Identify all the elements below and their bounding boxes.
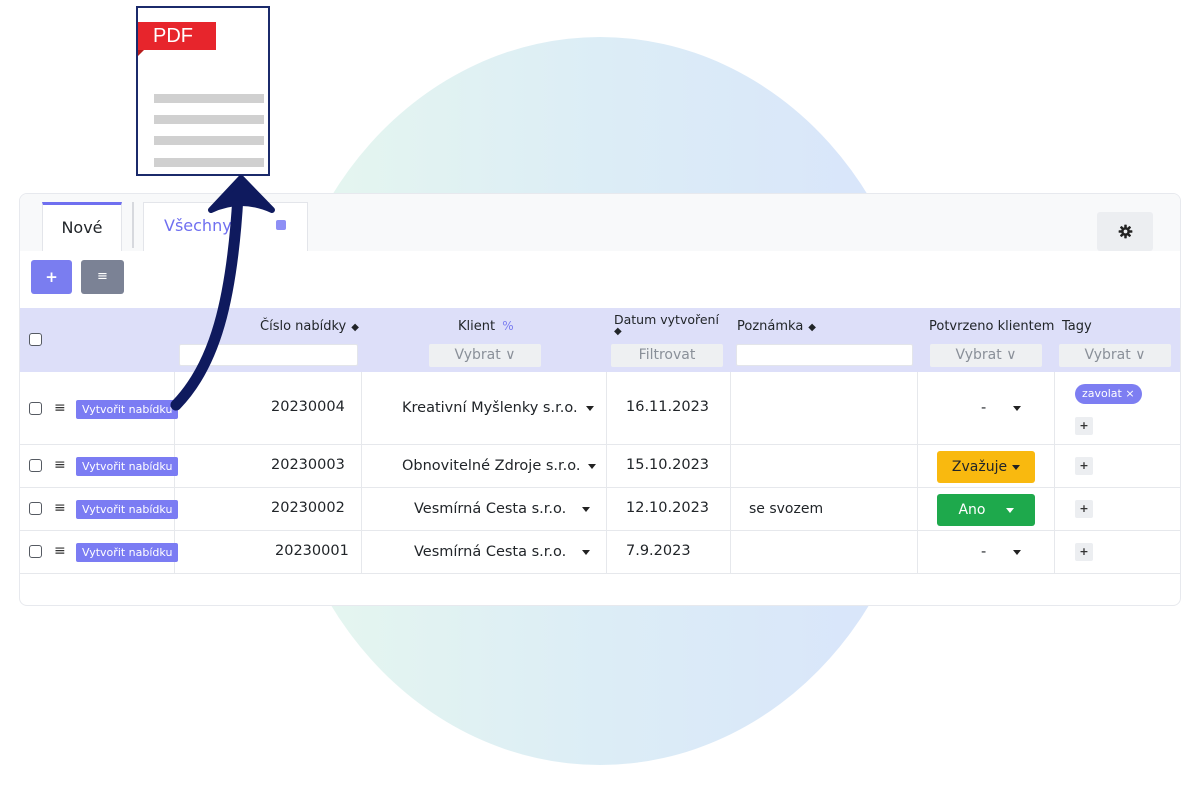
caret-down-icon xyxy=(582,549,591,555)
sort-icon: ◆ xyxy=(351,322,359,333)
table-row: ≡ Vytvořit nabídku 20230003 Obnovitelné … xyxy=(20,445,1180,488)
sort-icon: ◆ xyxy=(614,326,622,337)
client-name: Vesmírná Cesta s.r.o. xyxy=(414,501,567,517)
header-tagy[interactable]: Tagy xyxy=(1062,319,1092,334)
header-cislo[interactable]: Číslo nabídky ◆ xyxy=(260,319,359,334)
caret-down-icon xyxy=(1005,507,1014,513)
hamburger-icon[interactable]: ≡ xyxy=(54,458,66,472)
pdf-text-line xyxy=(154,94,264,103)
offer-note: se svozem xyxy=(749,501,824,517)
tab-nove[interactable]: Nové xyxy=(42,202,122,251)
add-tag-button[interactable]: + xyxy=(1075,500,1093,518)
tab-bar: Nové Všechny xyxy=(20,194,1180,251)
cislo-filter-input[interactable] xyxy=(179,344,358,366)
add-tag-button[interactable]: + xyxy=(1075,457,1093,475)
pdf-text-line xyxy=(154,158,264,167)
client-name: Kreativní Myšlenky s.r.o. xyxy=(402,400,578,416)
create-offer-button[interactable]: Vytvořit nabídku xyxy=(76,457,179,476)
caret-down-icon xyxy=(588,463,597,469)
caret-down-icon xyxy=(582,506,591,512)
add-tag-button[interactable]: + xyxy=(1075,417,1093,435)
status-select[interactable]: - xyxy=(981,544,1022,560)
caret-down-icon xyxy=(1012,464,1021,470)
tag-pill[interactable]: zavolat × xyxy=(1075,384,1142,404)
client-select[interactable]: Vesmírná Cesta s.r.o. xyxy=(414,544,591,560)
offer-number: 20230001 xyxy=(275,543,349,559)
offer-date: 7.9.2023 xyxy=(626,543,691,559)
row-checkbox[interactable] xyxy=(29,402,42,415)
hamburger-icon[interactable]: ≡ xyxy=(54,544,66,558)
offers-panel: Nové Všechny + ≡ Číslo nabídky ◆ Klient … xyxy=(19,193,1181,606)
client-name: Obnovitelné Zdroje s.r.o. xyxy=(402,458,581,474)
tab-vsechny-label: Všechny xyxy=(164,216,232,235)
add-tag-button[interactable]: + xyxy=(1075,543,1093,561)
caret-down-icon xyxy=(1013,405,1022,411)
caret-down-icon xyxy=(1013,549,1022,555)
settings-button[interactable] xyxy=(1097,212,1153,251)
add-offer-button[interactable]: + xyxy=(31,260,72,294)
row-checkbox[interactable] xyxy=(29,545,42,558)
client-select[interactable]: Obnovitelné Zdroje s.r.o. xyxy=(402,458,597,474)
header-potvrzeno[interactable]: Potvrzeno klientem xyxy=(929,319,1054,334)
offer-date: 16.11.2023 xyxy=(626,399,710,415)
klient-select[interactable]: Vybrat ∨ xyxy=(429,344,541,367)
status-value: - xyxy=(981,400,987,416)
table-row: ≡ Vytvořit nabídku 20230002 Vesmírná Ces… xyxy=(20,488,1180,531)
caret-down-icon xyxy=(585,405,594,411)
status-value: Zvažuje xyxy=(951,459,1008,475)
offer-number: 20230004 xyxy=(271,399,345,415)
pdf-label: PDF xyxy=(138,22,216,56)
poznamka-filter-input[interactable] xyxy=(736,344,913,366)
client-select[interactable]: Vesmírná Cesta s.r.o. xyxy=(414,501,591,517)
client-name: Vesmírná Cesta s.r.o. xyxy=(414,544,567,560)
hamburger-icon[interactable]: ≡ xyxy=(54,401,66,415)
hamburger-icon[interactable]: ≡ xyxy=(54,501,66,515)
potvrzeno-select[interactable]: Vybrat ∨ xyxy=(930,344,1042,367)
gear-icon xyxy=(1118,224,1132,239)
pdf-text-line xyxy=(154,136,264,145)
datum-filter[interactable]: Filtrovat xyxy=(611,344,723,367)
tab-count-icon xyxy=(276,220,286,230)
header-poznamka[interactable]: Poznámka ◆ xyxy=(737,319,816,334)
tagy-select[interactable]: Vybrat ∨ xyxy=(1059,344,1171,367)
status-select[interactable]: - xyxy=(981,400,1022,416)
offer-number: 20230002 xyxy=(271,500,345,516)
column-menu-button[interactable]: ≡ xyxy=(81,260,124,294)
header-datum[interactable]: Datum vytvoření ◆ xyxy=(614,312,719,337)
table-row: ≡ Vytvořit nabídku 20230004 Kreativní My… xyxy=(20,372,1180,445)
header-klient-label: Klient xyxy=(458,319,496,334)
tab-separator xyxy=(132,202,134,248)
table-row: ≡ Vytvořit nabídku 20230001 Vesmírná Ces… xyxy=(20,531,1180,574)
client-select[interactable]: Kreativní Myšlenky s.r.o. xyxy=(402,400,594,416)
header-cislo-label: Číslo nabídky xyxy=(260,319,347,334)
header-poznamka-label: Poznámka xyxy=(737,319,804,334)
link-icon: % xyxy=(502,319,514,333)
header-datum-label: Datum vytvoření xyxy=(614,312,719,327)
header-klient[interactable]: Klient % xyxy=(458,319,514,334)
tab-vsechny[interactable]: Všechny xyxy=(143,202,308,251)
row-checkbox[interactable] xyxy=(29,459,42,472)
status-select[interactable]: Zvažuje xyxy=(937,451,1035,483)
create-offer-button[interactable]: Vytvořit nabídku xyxy=(76,543,179,562)
create-offer-button[interactable]: Vytvořit nabídku xyxy=(76,400,179,419)
offer-number: 20230003 xyxy=(271,457,345,473)
pdf-text-line xyxy=(154,115,264,124)
row-checkbox[interactable] xyxy=(29,502,42,515)
status-value: Ano xyxy=(958,502,986,518)
create-offer-button[interactable]: Vytvořit nabídku xyxy=(76,500,179,519)
table-header: Číslo nabídky ◆ Klient % Vybrat ∨ Datum v… xyxy=(20,308,1180,372)
select-all-checkbox[interactable] xyxy=(29,333,42,346)
status-value: - xyxy=(981,544,987,560)
pdf-document-icon: PDF xyxy=(136,6,270,176)
sort-icon: ◆ xyxy=(808,322,816,333)
status-select[interactable]: Ano xyxy=(937,494,1035,526)
offer-date: 15.10.2023 xyxy=(626,457,710,473)
offer-date: 12.10.2023 xyxy=(626,500,710,516)
